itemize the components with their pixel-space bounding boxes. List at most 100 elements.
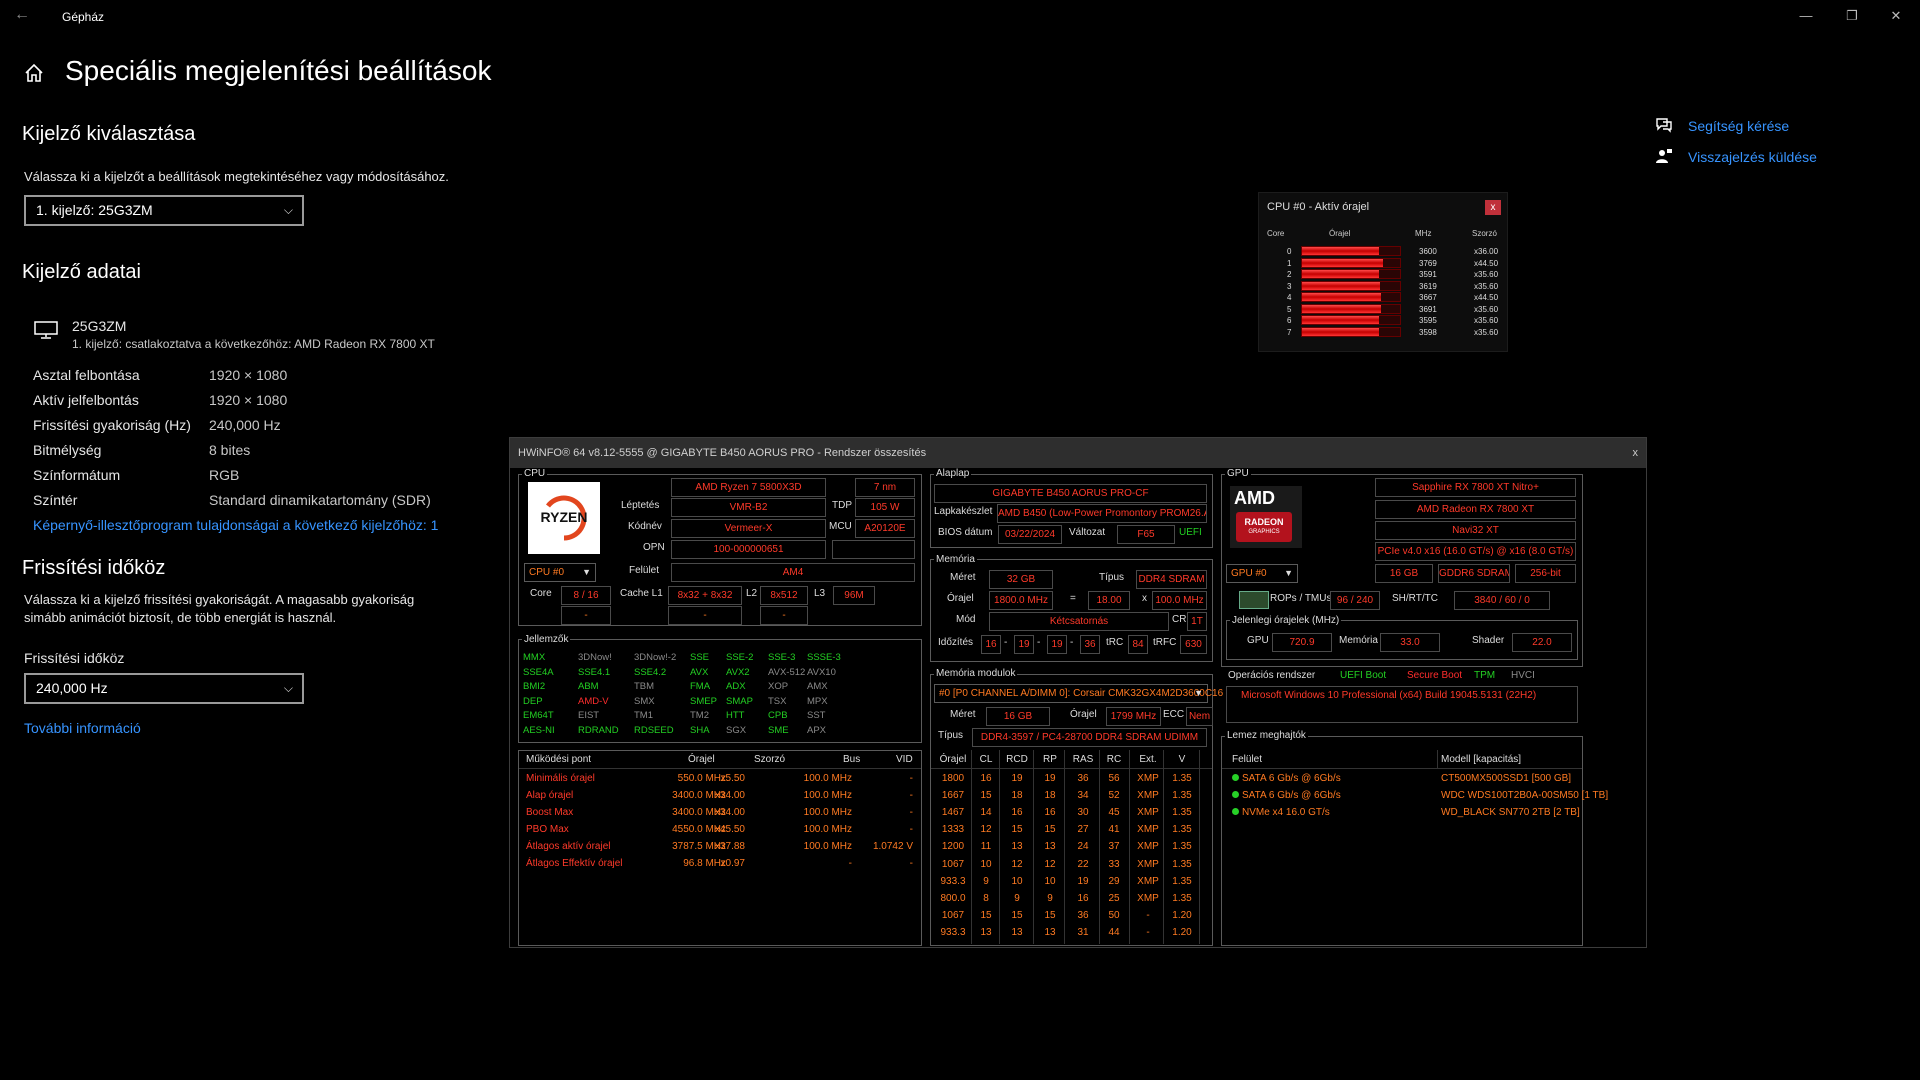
timing-cell: XMP <box>1137 773 1159 784</box>
mem-clock-value: 1800.0 MHz <box>989 591 1053 610</box>
l2-value: 8x512 <box>760 586 808 605</box>
col-divider <box>1437 750 1438 768</box>
op-point-cell: Boost Max <box>526 807 574 818</box>
module-type-value: DDR4-3597 / PC4-28700 DDR4 SDRAM UDIMM <box>972 728 1207 747</box>
timing-cell: 16 <box>1077 892 1089 904</box>
core-clock-fill <box>1302 304 1382 313</box>
cpu-nm: 7 nm <box>855 478 915 497</box>
cpu-selector[interactable]: CPU #0 ▼ <box>524 563 596 582</box>
hwinfo-titlebar: HWiNFO® 64 v8.12-5555 @ GIGABYTE B450 AO… <box>510 438 1646 468</box>
timing-cell: 30 <box>1077 807 1089 819</box>
display-dropdown[interactable]: 1. kijelző: 25G3ZM ⌵ <box>24 195 304 226</box>
trfc-label: tRFC <box>1153 637 1177 648</box>
timing-sep: - <box>1070 637 1074 648</box>
gpu-board: Sapphire RX 7800 XT Nitro+ <box>1375 478 1576 497</box>
col-header: Órajel <box>688 754 715 765</box>
refresh-dropdown-value: 240,000 Hz <box>36 680 108 696</box>
amd-logo-text: AMD <box>1234 488 1275 508</box>
refresh-heading: Frissítési időköz <box>22 557 166 579</box>
timing-cell: 31 <box>1077 926 1089 938</box>
shader-units-value: 3840 / 60 / 0 <box>1454 591 1550 610</box>
gpu-vram-type: GDDR6 SDRAM <box>1438 564 1510 583</box>
timing-cell: 8 <box>983 892 989 904</box>
tdp-value: 105 W <box>855 498 915 517</box>
op-point-cell: - <box>909 824 913 835</box>
version-label: Változat <box>1069 527 1106 538</box>
close-button[interactable]: ✕ <box>1876 4 1916 28</box>
gpu-clocks-label: Jelenlegi órajelek (MHz) <box>1230 615 1342 626</box>
opn-label: OPN <box>643 542 665 553</box>
feature-flag: SSE4.1 <box>578 666 611 678</box>
feature-flag: AVX <box>690 666 709 678</box>
mem-mode-value: Kétcsatornás <box>989 612 1169 631</box>
cpu-clock-close-button[interactable]: x <box>1485 200 1501 215</box>
timing-cell: 1800 <box>941 773 965 784</box>
module-selector[interactable]: #0 [P0 CHANNEL A/DIMM 0]: Corsair CMK32G… <box>934 684 1223 703</box>
ecc-value: Nem <box>1186 707 1213 726</box>
core-multiplier: x35.60 <box>1474 281 1499 291</box>
col-header: Órajel <box>1329 229 1351 238</box>
timing-cell: XMP <box>1137 807 1159 819</box>
gpu-clk-value: 720.9 <box>1272 633 1332 652</box>
stepping-value: VMR-B2 <box>671 498 826 517</box>
col-divider <box>1064 750 1065 944</box>
prop-label: Asztal felbontása <box>33 367 140 383</box>
codename-label: Kódnév <box>628 521 662 532</box>
col-header: Működési pont <box>526 754 592 765</box>
monitor-connection: 1. kijelző: csatlakoztatva a következőhö… <box>72 337 435 351</box>
timing-cell: 1.35 <box>1172 841 1192 853</box>
gpu-shader-clk-value: 22.0 <box>1512 633 1572 652</box>
gpu-selector-value: GPU #0 <box>1231 568 1267 579</box>
restore-button[interactable]: ❐ <box>1832 4 1872 28</box>
core-index: 0 <box>1287 247 1292 256</box>
col-header: Szorzó <box>1472 229 1497 238</box>
feature-flag: SSE4.2 <box>634 666 667 678</box>
home-icon[interactable] <box>24 63 44 83</box>
core-clock-fill <box>1302 247 1380 255</box>
timing-cell: 1.35 <box>1172 773 1192 784</box>
refresh-dropdown[interactable]: 240,000 Hz ⌵ <box>24 673 304 704</box>
timing-cell: 12 <box>1044 858 1056 870</box>
timing-sep: - <box>1004 637 1008 648</box>
gpu-bus: 256-bit <box>1515 564 1576 583</box>
timing-cell: - <box>1146 926 1150 938</box>
hwinfo-close-button[interactable]: x <box>1633 438 1639 468</box>
monitor-icon <box>34 321 58 339</box>
timing-cell: 50 <box>1108 909 1120 921</box>
timing-cell: 1.35 <box>1172 790 1192 802</box>
gpu-name: AMD Radeon RX 7800 XT <box>1375 500 1576 519</box>
l3-value: 96M <box>833 586 875 605</box>
timing-cell: 24 <box>1077 841 1089 853</box>
chevron-down-icon: ▼ <box>582 567 591 577</box>
module-clock-label: Órajel <box>1070 709 1097 720</box>
core-clock-fill <box>1302 293 1382 301</box>
chevron-down-icon: ▼ <box>1194 688 1203 698</box>
core-clock-fill <box>1302 316 1380 324</box>
timing-rcd: 19 <box>1014 635 1034 654</box>
feature-flag: AVX10 <box>807 666 836 678</box>
gpu-selector[interactable]: GPU #0 ▼ <box>1226 564 1298 583</box>
timing-cell: 800.0 <box>940 892 966 904</box>
hvci-flag: HVCI <box>1511 670 1535 681</box>
mem-bus-value: 100.0 MHz <box>1152 591 1207 610</box>
mem-eq: = <box>1070 593 1076 604</box>
feedback-link[interactable]: Visszajelzés küldése <box>1688 149 1817 165</box>
feature-flag: SMX <box>634 695 655 707</box>
back-arrow-icon[interactable]: ← <box>14 6 30 24</box>
timing-cell: 9 <box>1047 892 1053 904</box>
cr-label: CR <box>1172 614 1187 625</box>
adapter-properties-link[interactable]: Képernyő-illesztőprogram tulajdonságai a… <box>33 517 438 533</box>
op-point-cell: x45.50 <box>714 824 745 835</box>
timing-cell: 13 <box>1044 926 1056 938</box>
feature-flag: SME <box>768 725 789 736</box>
timing-cell: 15 <box>1044 824 1056 836</box>
tpm-flag: TPM <box>1474 670 1496 681</box>
prop-label: Aktív jelfelbontás <box>33 392 139 408</box>
core-clock-row: 0 3600 x36.00 <box>1267 246 1507 257</box>
minimize-button[interactable]: — <box>1786 4 1826 28</box>
col-header: Szorzó <box>754 754 786 765</box>
feature-flag: RDSEED <box>634 725 674 736</box>
more-info-link[interactable]: További információ <box>24 720 141 736</box>
drive-status-icon <box>1232 808 1239 815</box>
help-link[interactable]: Segítség kérése <box>1688 118 1789 134</box>
